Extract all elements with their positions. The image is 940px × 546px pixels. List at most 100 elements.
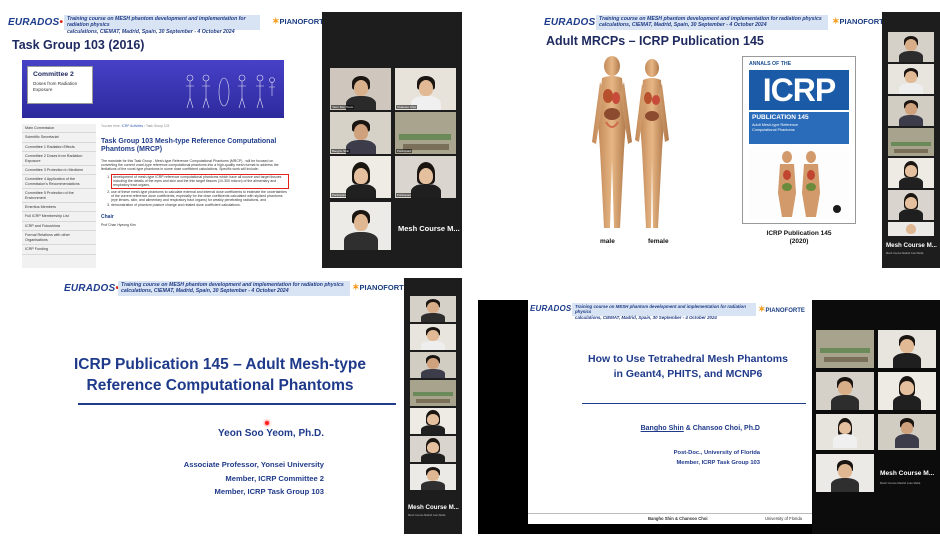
sidebar-item[interactable]: ICRP and Fukushima <box>22 222 96 232</box>
video-tile[interactable] <box>888 64 934 94</box>
sidebar-item[interactable]: Full ICRP Membership List <box>22 212 96 222</box>
presenter-affiliation: Post-Doc., University of Florida Member,… <box>673 450 760 466</box>
slide-header: EURADOS• Training course on MESH phantom… <box>528 300 812 320</box>
tg103-content: You are here: ICRP Activities › Task Gro… <box>101 124 289 268</box>
sidebar-item[interactable]: Main Commission <box>22 124 96 134</box>
video-tile[interactable] <box>816 372 874 410</box>
eurados-logo: EURADOS• <box>8 17 64 28</box>
committee-banner: Committee 2 Doses from Radiation Exposur… <box>22 60 284 118</box>
screenshot-task-group-103: EURADOS• Training course on MESH phantom… <box>0 12 462 268</box>
video-tile-presenter[interactable] <box>816 454 874 492</box>
female-label: female <box>648 238 669 245</box>
video-tile-classroom[interactable] <box>888 128 934 156</box>
sidebar-item[interactable]: Committee 1 Radiation Effects <box>22 143 96 153</box>
tg103-intro: The mandate for this Task Group - Mesh-t… <box>101 158 279 172</box>
mesh-course-label: Mesh Course M... <box>398 224 460 233</box>
slide-title: Task Group 103 (2016) <box>12 38 145 52</box>
male-phantom-figure <box>592 56 632 228</box>
book-caption: ICRP Publication 145 (2020) <box>766 230 832 245</box>
slide-header: EURADOS• Training course on MESH phantom… <box>0 12 322 35</box>
tg103-heading: Task Group 103 Mesh-type Reference Compu… <box>101 138 277 154</box>
slide-title: ICRP Publication 145 – Adult Mesh-type R… <box>74 356 366 394</box>
video-tile[interactable]: Participant <box>395 156 456 198</box>
video-tile[interactable] <box>410 464 456 490</box>
pianoforte-logo: ✶PIANOFORTE <box>272 16 322 26</box>
body-figures-icon <box>186 74 275 109</box>
slide-title: How to Use Tetrahedral Mesh Phantoms in … <box>588 353 788 380</box>
committee-subtitle: Doses from Radiation Exposure <box>33 81 78 92</box>
video-tile[interactable] <box>410 436 456 462</box>
slide-header: EURADOS• Training course on MESH phantom… <box>0 278 404 300</box>
sidebar-item[interactable]: Formal Relations with other Organisation… <box>22 231 96 246</box>
sidebar-item[interactable]: Scientific Secretariat <box>22 133 96 143</box>
breadcrumb: You are here: ICRP Activities › Task Gro… <box>101 124 170 128</box>
committee-title: Committee 2 <box>33 71 74 78</box>
video-tile[interactable] <box>410 408 456 434</box>
chair-name: Prof Chan Hyeong Kim <box>101 222 136 227</box>
screenshot-adult-mrcps: EURADOS• Training course on MESH phantom… <box>478 12 940 268</box>
course-info-bar: Training course on MESH phantom developm… <box>596 15 828 30</box>
sidebar-item[interactable]: Committee 4 Application of the Commissio… <box>22 175 96 190</box>
chair-heading: Chair <box>101 213 114 220</box>
video-tile[interactable] <box>410 352 456 378</box>
video-tile[interactable]: Chansoo Choi <box>395 68 456 110</box>
video-tile-classroom[interactable]: Participant <box>395 112 456 154</box>
slide-header: EURADOS• Training course on MESH phantom… <box>478 12 882 34</box>
tg103-task-list: development of mesh-type ICRP reference … <box>101 173 289 208</box>
video-tile[interactable] <box>410 296 456 322</box>
video-tile-classroom[interactable] <box>816 330 874 368</box>
footer-institution: University of Florida <box>764 516 802 521</box>
mesh-course-sublabel: Mesh Course Madrid Juan Mella <box>880 481 921 485</box>
video-tile[interactable] <box>816 414 874 450</box>
video-name-tag: Chansoo Choi <box>396 105 418 109</box>
laser-pointer <box>265 421 269 425</box>
video-tile[interactable] <box>888 222 934 236</box>
sidebar-item[interactable]: Emeritus Members <box>22 203 96 213</box>
breadcrumb-link-icrp-activities[interactable]: ICRP Activities <box>122 124 144 128</box>
sidebar-item[interactable]: Committee 5 Protection of the Environmen… <box>22 189 96 204</box>
video-tile[interactable] <box>888 190 934 220</box>
book-title-line2: Computational Phantoms <box>752 128 795 132</box>
participant-video-grid: Mesh Course M... Mesh Course Madrid Juan… <box>812 300 940 534</box>
video-tile[interactable]: Yeon Soo Yeom <box>330 68 391 110</box>
mesh-course-sublabel: Mesh Course Madrid Juan Mella <box>886 252 924 255</box>
video-tile[interactable] <box>878 414 936 450</box>
book-annals: ANNALS OF THE <box>749 61 792 67</box>
title-divider <box>78 403 396 405</box>
video-tile[interactable] <box>888 158 934 188</box>
participant-video-strip: Mesh Course M... Mesh Course Madrid Juan… <box>404 278 462 534</box>
video-tile[interactable] <box>878 330 936 368</box>
icrp-logo: ICRP <box>749 70 849 110</box>
video-tile[interactable]: Participant <box>330 156 391 198</box>
video-name-tag: Bangho Shin <box>331 149 351 153</box>
video-name-tag: Participant <box>331 193 348 197</box>
sidebar-item[interactable]: Committee 2 Doses from Radiation Exposur… <box>22 152 96 167</box>
sidebar-item[interactable]: ICRP Funding <box>22 245 96 255</box>
video-tile[interactable] <box>878 372 936 410</box>
slide-task-group-103: EURADOS• Training course on MESH phantom… <box>0 12 322 268</box>
video-tile[interactable]: Bangho Shin <box>330 112 391 154</box>
video-tile[interactable] <box>888 32 934 62</box>
video-tile[interactable] <box>410 324 456 350</box>
title-divider <box>582 403 806 404</box>
slide-title: Adult MRCPs – ICRP Publication 145 <box>546 34 764 48</box>
eurados-logo: EURADOS• <box>544 17 599 28</box>
video-tile[interactable] <box>888 96 934 126</box>
sidebar-item[interactable]: Committee 3 Protection in Medicine <box>22 166 96 176</box>
video-tile-presenter[interactable] <box>330 202 391 250</box>
mesh-course-label: Mesh Course M... <box>886 242 937 249</box>
book-title-line1: Adult Mesh-type Reference <box>752 123 799 127</box>
mesh-course-sublabel: Mesh Course Madrid Juan Mella <box>408 514 446 517</box>
footer-authors: Bangho Shin & Chansoo Choi <box>648 516 708 521</box>
course-info-bar: Training course on MESH phantom developm… <box>64 15 260 35</box>
slide-tetrahedral-mesh: EURADOS• Training course on MESH phantom… <box>528 300 812 524</box>
pianoforte-logo: ✶PIANOFORTE <box>758 304 805 314</box>
course-info-bar: Training course on MESH phantom developm… <box>572 303 756 320</box>
book-publication-number: PUBLICATION 145 <box>752 114 809 121</box>
video-tile-classroom[interactable] <box>410 380 456 406</box>
pianoforte-logo: ✶PIANOFORTE <box>832 16 882 26</box>
male-label: male <box>600 238 615 245</box>
mesh-phantoms-image <box>592 56 669 228</box>
video-name-tag: Participant <box>396 193 413 197</box>
eurados-logo: EURADOS• <box>64 283 119 294</box>
